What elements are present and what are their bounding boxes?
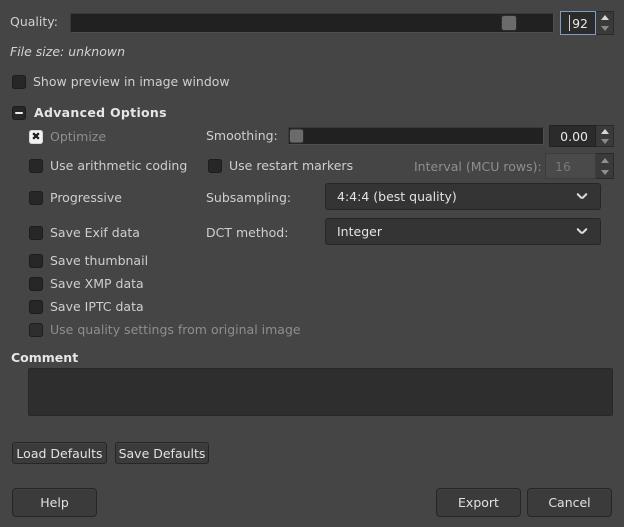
comment-heading: Comment bbox=[11, 350, 79, 365]
smoothing-spinbox[interactable]: 0.00 bbox=[549, 125, 614, 147]
checkbox-icon[interactable] bbox=[29, 276, 43, 291]
optimize-checkbox-row[interactable]: ✖ Optimize bbox=[29, 129, 106, 144]
smoothing-spin-buttons[interactable] bbox=[596, 125, 614, 147]
cancel-button[interactable]: Cancel bbox=[527, 488, 612, 517]
chevron-down-icon bbox=[577, 226, 588, 237]
subsampling-label: Subsampling: bbox=[206, 190, 292, 205]
load-defaults-button[interactable]: Load Defaults bbox=[12, 442, 107, 464]
chevron-down-icon bbox=[577, 191, 588, 202]
progressive-label: Progressive bbox=[50, 190, 122, 205]
triangle-up-icon bbox=[600, 157, 609, 163]
save-thumbnail-label: Save thumbnail bbox=[50, 253, 149, 268]
optimize-label: Optimize bbox=[50, 129, 107, 144]
smoothing-label: Smoothing: bbox=[206, 128, 278, 143]
quality-value-text: 92 bbox=[572, 15, 588, 31]
arithmetic-coding-checkbox-row[interactable]: Use arithmetic coding bbox=[29, 158, 187, 173]
help-label: Help bbox=[40, 495, 69, 510]
interval-value-text: 16 bbox=[555, 158, 571, 174]
dct-method-value: Integer bbox=[337, 224, 382, 239]
quality-spinbox[interactable]: 92 bbox=[560, 11, 614, 35]
checkbox-icon[interactable] bbox=[29, 253, 43, 268]
interval-label: Interval (MCU rows): bbox=[414, 159, 542, 174]
export-button[interactable]: Export bbox=[436, 488, 521, 517]
restart-markers-label: Use restart markers bbox=[229, 158, 354, 173]
quality-slider[interactable] bbox=[70, 13, 554, 33]
x-mark-icon: ✖ bbox=[31, 130, 41, 143]
help-button[interactable]: Help bbox=[12, 488, 97, 517]
checkbox-checked-icon[interactable]: ✖ bbox=[29, 129, 43, 144]
interval-spinbox: 16 bbox=[545, 153, 614, 179]
subsampling-dropdown[interactable]: 4:4:4 (best quality) bbox=[325, 183, 601, 210]
advanced-options-expander[interactable]: Advanced Options bbox=[12, 105, 167, 120]
checkbox-icon[interactable] bbox=[29, 190, 43, 205]
smoothing-value-text: 0.00 bbox=[560, 128, 588, 144]
quality-spin-up-button[interactable] bbox=[596, 12, 613, 23]
subsampling-value: 4:4:4 (best quality) bbox=[337, 189, 457, 204]
arithmetic-coding-label: Use arithmetic coding bbox=[50, 158, 188, 173]
minus-icon[interactable] bbox=[12, 105, 26, 120]
interval-value-input: 16 bbox=[545, 153, 596, 179]
triangle-up-icon bbox=[600, 128, 609, 134]
triangle-down-icon bbox=[600, 169, 609, 175]
save-xmp-label: Save XMP data bbox=[50, 276, 144, 291]
save-iptc-label: Save IPTC data bbox=[50, 299, 144, 314]
smoothing-slider-handle[interactable] bbox=[290, 129, 303, 143]
restart-markers-checkbox-row[interactable]: Use restart markers bbox=[208, 158, 353, 173]
triangle-up-icon bbox=[600, 15, 609, 20]
cancel-label: Cancel bbox=[548, 495, 591, 510]
comment-textarea[interactable] bbox=[28, 368, 613, 416]
dct-method-label: DCT method: bbox=[206, 225, 289, 240]
save-exif-checkbox-row[interactable]: Save Exif data bbox=[29, 225, 140, 240]
load-defaults-label: Load Defaults bbox=[16, 445, 103, 461]
progressive-checkbox-row[interactable]: Progressive bbox=[29, 190, 122, 205]
save-exif-label: Save Exif data bbox=[50, 225, 140, 240]
use-original-quality-checkbox-row[interactable]: Use quality settings from original image bbox=[29, 322, 301, 337]
export-label: Export bbox=[458, 495, 499, 510]
triangle-down-icon bbox=[600, 26, 609, 31]
file-size-text: File size: unknown bbox=[10, 44, 126, 59]
smoothing-spin-up-button[interactable] bbox=[596, 126, 613, 136]
save-iptc-checkbox-row[interactable]: Save IPTC data bbox=[29, 299, 144, 314]
quality-spin-buttons[interactable] bbox=[596, 11, 614, 35]
quality-spin-down-button[interactable] bbox=[596, 23, 613, 34]
checkbox-icon[interactable] bbox=[29, 158, 43, 173]
dct-method-dropdown[interactable]: Integer bbox=[325, 218, 601, 245]
checkbox-icon[interactable] bbox=[29, 225, 43, 240]
interval-spin-buttons bbox=[596, 153, 614, 179]
interval-spin-down-button bbox=[596, 166, 613, 178]
advanced-options-label: Advanced Options bbox=[34, 105, 167, 120]
show-preview-checkbox-row[interactable]: Show preview in image window bbox=[12, 74, 230, 89]
save-thumbnail-checkbox-row[interactable]: Save thumbnail bbox=[29, 253, 148, 268]
checkbox-icon[interactable] bbox=[29, 299, 43, 314]
interval-spin-up-button bbox=[596, 154, 613, 166]
quality-value-input[interactable]: 92 bbox=[560, 11, 596, 35]
save-defaults-label: Save Defaults bbox=[118, 445, 206, 461]
quality-label: Quality: bbox=[10, 14, 58, 29]
quality-slider-handle[interactable] bbox=[502, 16, 516, 30]
triangle-down-icon bbox=[600, 138, 609, 144]
smoothing-spin-down-button[interactable] bbox=[596, 136, 613, 146]
save-xmp-checkbox-row[interactable]: Save XMP data bbox=[29, 276, 144, 291]
checkbox-icon[interactable] bbox=[12, 74, 26, 89]
checkbox-icon[interactable] bbox=[208, 158, 222, 173]
save-defaults-button[interactable]: Save Defaults bbox=[115, 442, 209, 464]
checkbox-icon[interactable] bbox=[29, 322, 43, 337]
use-original-quality-label: Use quality settings from original image bbox=[50, 322, 301, 337]
smoothing-slider[interactable] bbox=[288, 127, 544, 145]
show-preview-label: Show preview in image window bbox=[33, 74, 230, 89]
smoothing-value-input[interactable]: 0.00 bbox=[549, 125, 596, 147]
text-caret bbox=[569, 15, 570, 31]
